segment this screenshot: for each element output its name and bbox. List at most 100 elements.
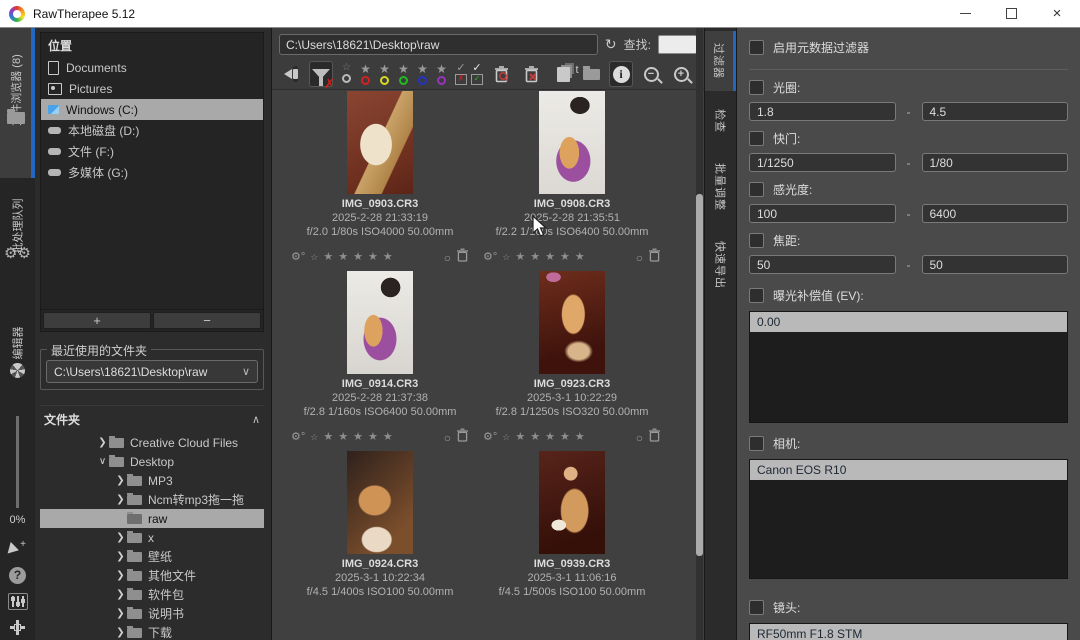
recent-folders-dropdown[interactable]: C:\Users\18621\Desktop\raw ∨ (46, 360, 258, 383)
trash-button[interactable] (648, 428, 661, 447)
star-icon[interactable]: ★ (515, 252, 525, 263)
chevron-collapsed-icon[interactable]: ❯ (114, 551, 127, 562)
photo-thumbnail[interactable] (539, 91, 605, 194)
lens-checkbox[interactable] (749, 600, 764, 615)
folder-tree-item[interactable]: ❯说明书 (40, 604, 264, 623)
camera-listbox[interactable]: Canon EOS R10 (749, 459, 1068, 579)
purple-label-icon[interactable] (437, 76, 446, 85)
filter-edited[interactable]: ✓✓ (471, 63, 483, 85)
chevron-collapsed-icon[interactable]: ❯ (114, 532, 127, 543)
folder-tree-item[interactable]: ❯壁纸 (40, 547, 264, 566)
folder-tree-item[interactable]: ❯x (40, 528, 264, 547)
chevron-collapsed-icon[interactable]: ❯ (114, 570, 127, 581)
ev-listbox[interactable]: 0.00 (749, 311, 1068, 423)
path-field[interactable]: C:\Users\18621\Desktop\raw (279, 34, 598, 55)
folder-tree-item[interactable]: ❯MP3 (40, 471, 264, 490)
gears-icon[interactable]: ⚙° (483, 252, 497, 263)
file-list-view-button[interactable] (579, 61, 603, 87)
thumbnails-view-button[interactable] (549, 61, 573, 87)
folder-tree-item[interactable]: ❯软件包 (40, 585, 264, 604)
zoom-in-button[interactable]: + (669, 61, 693, 87)
place-item[interactable]: 本地磁盘 (D:) (41, 120, 263, 141)
star-icon[interactable]: ★ (575, 432, 585, 443)
star-icon[interactable]: ★ (560, 432, 570, 443)
chevron-collapsed-icon[interactable]: ❯ (114, 608, 127, 619)
camera-checkbox[interactable] (749, 436, 764, 451)
star-icon[interactable]: ★ (353, 252, 363, 263)
star-icon[interactable]: ★ (545, 432, 555, 443)
star-icon[interactable]: ★ (530, 432, 540, 443)
blue-label-icon[interactable] (418, 76, 427, 85)
lens-listbox[interactable]: RF50mm F1.8 STM (749, 623, 1068, 640)
chevron-collapsed-icon[interactable]: ❯ (114, 475, 127, 486)
show-exif-info-button[interactable]: i (609, 61, 633, 87)
fullscreen-button[interactable] (0, 614, 35, 640)
yellow-label-icon[interactable] (380, 76, 389, 85)
range-max-input[interactable]: 50 (922, 255, 1069, 274)
filter-checkbox[interactable] (749, 80, 764, 95)
enable-metadata-filter-checkbox[interactable] (749, 40, 764, 55)
collapse-left-panel-button[interactable] (279, 61, 303, 87)
ev-selected-value[interactable]: 0.00 (750, 312, 1067, 332)
place-item[interactable]: 多媒体 (G:) (41, 162, 263, 183)
star-icon[interactable]: ★ (353, 432, 363, 443)
star-icon[interactable]: ★ (530, 252, 540, 263)
new-editor-button[interactable]: + (0, 536, 35, 562)
range-max-input[interactable]: 1/80 (922, 153, 1069, 172)
close-button[interactable]: × (1034, 0, 1080, 27)
folder-tree-item[interactable]: ❯下载 (40, 623, 264, 640)
folder-tree-item[interactable]: ∨Desktop (40, 452, 264, 471)
place-item[interactable]: Windows (C:) (41, 99, 263, 120)
filter-rank-2[interactable]: ★ (377, 63, 392, 85)
zoom-out-button[interactable]: − (639, 61, 663, 87)
star-icon[interactable]: ★ (383, 432, 393, 443)
folder-tree-item[interactable]: ❯Creative Cloud Files (40, 433, 264, 452)
vertical-scrollbar[interactable] (696, 28, 703, 640)
filter-checkbox[interactable] (749, 182, 764, 197)
star-icon[interactable]: ★ (323, 432, 333, 443)
right-tab-inactive[interactable]: 检查 (705, 97, 736, 145)
color-label-icon[interactable]: ○ (636, 432, 643, 444)
trash-button[interactable] (456, 428, 469, 447)
lens-selected-value[interactable]: RF50mm F1.8 STM (750, 624, 1067, 640)
star-0-icon[interactable]: ☆ (310, 253, 318, 262)
chevron-collapsed-icon[interactable]: ❯ (114, 627, 127, 638)
folder-tree-item[interactable]: ❯其他文件 (40, 566, 264, 585)
search-input[interactable] (658, 35, 697, 54)
gears-icon[interactable]: ⚙° (483, 432, 497, 443)
maximize-button[interactable] (988, 0, 1034, 27)
star-icon[interactable]: ★ (338, 252, 348, 263)
red-label-icon[interactable] (361, 76, 370, 85)
place-item[interactable]: 文件 (F:) (41, 141, 263, 162)
star-icon[interactable]: ★ (338, 432, 348, 443)
add-place-button[interactable]: + (43, 312, 151, 329)
photo-thumbnail[interactable] (539, 271, 605, 374)
filter-rank-4[interactable]: ★ (415, 63, 430, 85)
photo-thumbnail[interactable] (347, 91, 413, 194)
remove-place-button[interactable]: − (153, 312, 261, 329)
minimize-button[interactable] (942, 0, 988, 27)
star-icon[interactable]: ★ (368, 252, 378, 263)
range-min-input[interactable]: 1/1250 (749, 153, 896, 172)
filter-rank-1[interactable]: ★ (358, 63, 373, 85)
gears-icon[interactable]: ⚙° (291, 432, 305, 443)
star-icon[interactable]: ★ (575, 252, 585, 263)
filter-checkbox[interactable] (749, 131, 764, 146)
tab-batch-queue[interactable]: 批处理队列 ⚙⚙ (0, 178, 35, 300)
folder-tree-item[interactable]: ❯Ncm转mp3拖一拖 (40, 490, 264, 509)
range-min-input[interactable]: 100 (749, 204, 896, 223)
chevron-expanded-icon[interactable]: ∨ (96, 456, 109, 467)
star-0-icon[interactable]: ☆ (310, 433, 318, 442)
star-icon[interactable]: ★ (515, 432, 525, 443)
photo-thumbnail[interactable] (347, 271, 413, 374)
place-item[interactable]: Documents (41, 57, 263, 78)
enable-metadata-filter-row[interactable]: 启用元数据过滤器 (749, 39, 1068, 56)
range-max-input[interactable]: 4.5 (922, 102, 1069, 121)
color-label-icon[interactable]: ○ (636, 252, 643, 264)
filter-rank-5[interactable]: ★ (434, 63, 449, 85)
range-min-input[interactable]: 50 (749, 255, 896, 274)
color-label-icon[interactable]: ○ (444, 252, 451, 264)
filter-rank-3[interactable]: ★ (396, 63, 411, 85)
color-label-icon[interactable]: ○ (444, 432, 451, 444)
right-tab-active[interactable]: 过滤器 (705, 31, 736, 91)
